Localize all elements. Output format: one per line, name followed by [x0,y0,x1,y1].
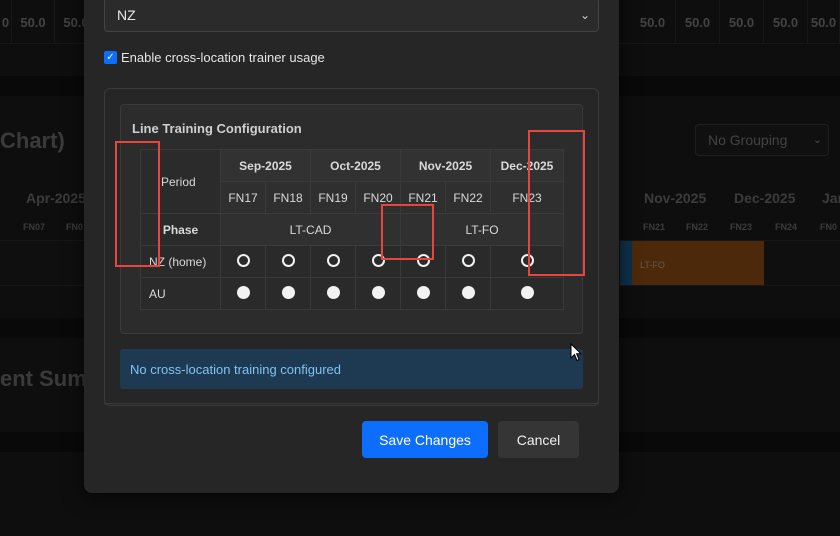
location-select[interactable]: NZ ⌄ [104,0,599,32]
location-radio[interactable] [461,253,475,267]
info-alert: No cross-location training configured [120,349,583,389]
footer-divider [104,403,599,404]
month-header: Sep-2025 [220,149,311,182]
location-radio[interactable] [326,285,340,299]
location-select-value: NZ [117,7,136,23]
location-radio[interactable] [371,285,385,299]
mouse-cursor-icon [570,343,582,362]
radio-cell[interactable] [310,277,356,310]
location-radio[interactable] [520,285,534,299]
radio-cell[interactable] [355,277,401,310]
cross-location-label[interactable]: Enable cross-location trainer usage [121,50,325,65]
radio-cell[interactable] [490,277,564,310]
fortnight-header: FN17 [220,181,266,214]
month-header: Nov-2025 [400,149,491,182]
save-button[interactable]: Save Changes [362,421,488,458]
month-header: Oct-2025 [310,149,401,182]
location-radio[interactable] [326,253,340,267]
radio-cell[interactable] [265,277,311,310]
fortnight-header: FN22 [445,181,491,214]
phase-cell: LT-CAD [220,213,401,246]
location-radio[interactable] [461,285,475,299]
radio-cell[interactable] [265,245,311,278]
highlight-box [528,130,585,276]
location-label: AU [140,277,221,310]
radio-cell[interactable] [445,245,491,278]
radio-cell[interactable] [400,277,446,310]
cancel-button[interactable]: Cancel [498,421,579,458]
radio-cell[interactable] [310,245,356,278]
cross-location-row[interactable]: ✓ Enable cross-location trainer usage [104,50,325,65]
location-radio[interactable] [236,253,250,267]
location-radio[interactable] [281,285,295,299]
location-radio[interactable] [236,285,250,299]
radio-cell[interactable] [220,277,266,310]
location-row-au: AU [140,277,564,310]
location-row-nz: NZ (home) [140,245,564,278]
fortnight-header: FN19 [310,181,356,214]
line-training-config-card: Line Training Configuration Period Sep-2… [120,104,583,334]
location-radio[interactable] [281,253,295,267]
highlight-box [381,204,434,260]
highlight-box [115,141,160,267]
fortnight-header: FN18 [265,181,311,214]
training-panel: Line Training Configuration Period Sep-2… [104,88,599,406]
cross-location-checkbox[interactable]: ✓ [104,51,117,64]
config-title: Line Training Configuration [132,121,302,136]
chevron-down-icon: ⌄ [579,8,590,22]
config-table: Period Sep-2025 Oct-2025 Nov-2025 Dec-20… [140,149,564,310]
radio-cell[interactable] [220,245,266,278]
radio-cell[interactable] [445,277,491,310]
location-radio[interactable] [416,285,430,299]
